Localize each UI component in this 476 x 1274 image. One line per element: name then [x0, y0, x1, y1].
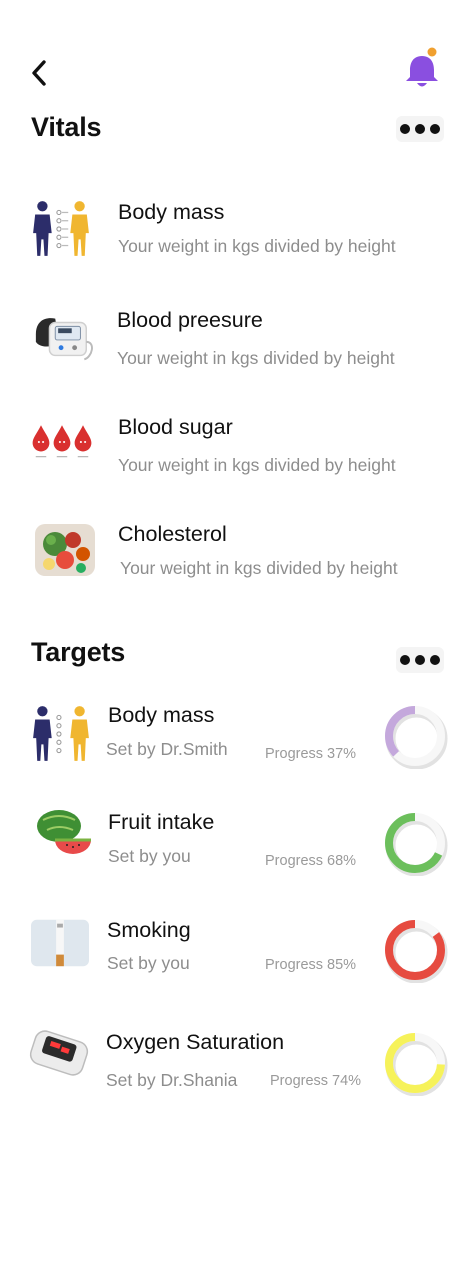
back-chevron-icon[interactable] — [24, 56, 54, 90]
target-progress-label: Progress 85% — [265, 957, 357, 973]
progress-ring — [385, 1033, 448, 1096]
vital-item-cholesterol[interactable]: Cholesterol Your weight in kgs divided b… — [20, 514, 460, 594]
pulse-oximeter-icon — [29, 1030, 89, 1076]
target-title: Body mass — [108, 703, 215, 727]
target-title: Fruit intake — [108, 810, 215, 834]
vital-subtitle: Your weight in kgs divided by height — [118, 236, 396, 256]
dot — [415, 655, 425, 665]
target-title: Smoking — [107, 918, 191, 942]
progress-ring — [385, 706, 448, 769]
vital-title: Blood sugar — [118, 415, 233, 439]
target-progress-label: Progress 68% — [265, 853, 357, 869]
vital-item-blood-pressure[interactable]: Blood preesure Your weight in kgs divide… — [20, 300, 460, 380]
vital-title: Blood preesure — [117, 308, 263, 332]
vital-subtitle: Your weight in kgs divided by height — [117, 348, 395, 368]
target-item-smoking[interactable]: Smoking Set by you Progress 85% — [20, 909, 460, 999]
progress-ring — [385, 813, 448, 876]
target-title: Oxygen Saturation — [106, 1030, 285, 1054]
target-item-oxygen-saturation[interactable]: Oxygen Saturation Set by Dr.Shania Progr… — [20, 1022, 460, 1112]
body-figure-icon — [33, 706, 89, 761]
vitals-more-options-button[interactable] — [396, 116, 444, 142]
dot — [430, 124, 440, 134]
vital-item-body-mass[interactable]: Body mass Your weight in kgs divided by … — [20, 190, 460, 270]
dot — [415, 124, 425, 134]
targets-more-options-button[interactable] — [396, 647, 444, 673]
body-figure-icon — [33, 201, 89, 256]
vital-subtitle: Your weight in kgs divided by height — [120, 558, 398, 578]
notification-badge — [427, 47, 437, 57]
target-progress-label: Progress 37% — [265, 746, 357, 762]
healthy-food-icon — [35, 524, 95, 576]
dot — [400, 124, 410, 134]
target-subtitle: Set by you — [107, 953, 190, 973]
vitals-section-title: Vitals — [31, 112, 102, 142]
target-progress-label: Progress 74% — [270, 1073, 362, 1089]
targets-section-title: Targets — [31, 637, 126, 667]
progress-ring — [385, 920, 448, 983]
blood-drops-icon — [32, 425, 92, 458]
target-subtitle: Set by Dr.Smith — [106, 739, 228, 759]
cigarette-icon — [31, 919, 89, 967]
notification-bell-icon[interactable] — [402, 46, 442, 92]
watermelon-icon — [37, 810, 91, 854]
vital-title: Body mass — [118, 200, 225, 224]
dot — [430, 655, 440, 665]
target-subtitle: Set by you — [108, 846, 191, 866]
vital-subtitle: Your weight in kgs divided by height — [118, 455, 396, 475]
vital-title: Cholesterol — [118, 522, 227, 546]
target-item-body-mass[interactable]: Body mass Set by Dr.Smith Progress 37% — [20, 695, 460, 785]
blood-pressure-monitor-icon — [35, 318, 93, 361]
target-item-fruit-intake[interactable]: Fruit intake Set by you Progress 68% — [20, 802, 460, 892]
target-subtitle: Set by Dr.Shania — [106, 1070, 238, 1090]
vital-item-blood-sugar[interactable]: Blood sugar Your weight in kgs divided b… — [20, 407, 460, 487]
dot — [400, 655, 410, 665]
